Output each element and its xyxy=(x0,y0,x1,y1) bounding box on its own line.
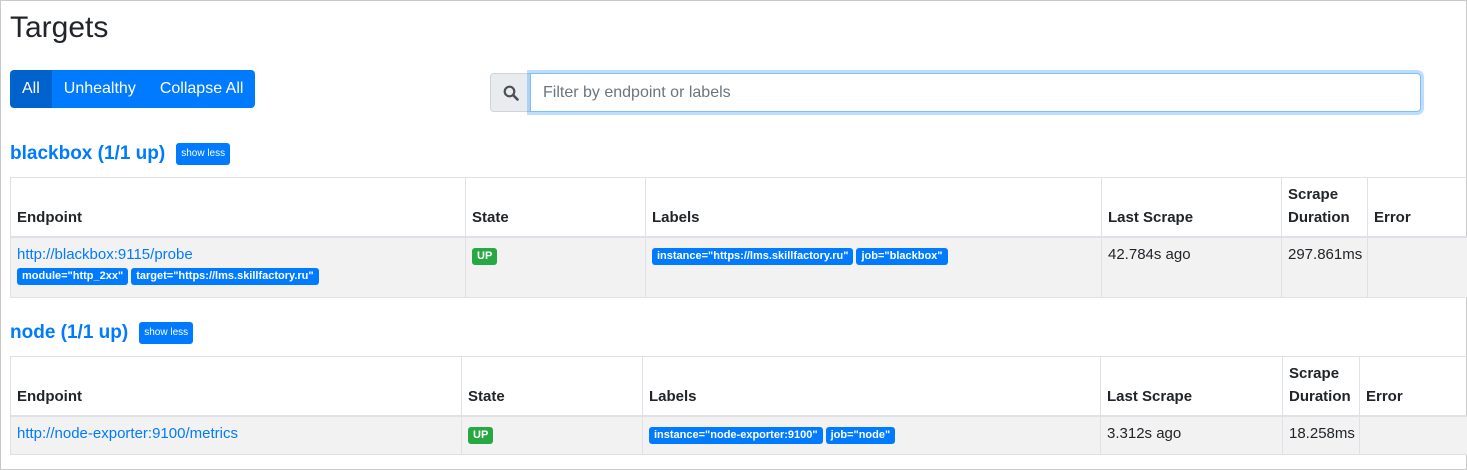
endpoint-link[interactable]: http://blackbox:9115/probe xyxy=(17,246,193,263)
all-filter-button[interactable]: All xyxy=(10,70,52,108)
job-header-blackbox: blackbox (1/1 up) show less xyxy=(10,143,231,165)
show-less-button[interactable]: show less xyxy=(176,143,231,165)
endpoint-link[interactable]: http://node-exporter:9100/metrics xyxy=(17,425,238,442)
show-less-button[interactable]: show less xyxy=(139,322,194,344)
column-header-last-scrape: Last Scrape xyxy=(1100,356,1283,417)
targets-table-node: Endpoint State Labels Last Scrape Scrape… xyxy=(10,356,1467,455)
state-badge: UP xyxy=(468,427,494,444)
error-cell xyxy=(1367,237,1467,298)
state-badge: UP xyxy=(472,248,498,265)
job-title-node[interactable]: node (1/1 up) xyxy=(10,322,128,344)
error-cell xyxy=(1359,416,1467,455)
column-header-scrape-duration: Scrape Duration xyxy=(1281,177,1368,238)
column-header-error: Error xyxy=(1359,356,1467,417)
column-header-state: State xyxy=(465,177,646,238)
last-scrape-cell: 3.312s ago xyxy=(1100,416,1283,455)
table-row: http://blackbox:9115/probe module="http_… xyxy=(10,237,1467,298)
unhealthy-filter-button[interactable]: Unhealthy xyxy=(51,70,148,108)
column-header-scrape-duration: Scrape Duration xyxy=(1282,356,1360,417)
search-bar xyxy=(490,73,1421,112)
endpoint-cell: http://blackbox:9115/probe module="http_… xyxy=(10,237,466,298)
column-header-last-scrape: Last Scrape xyxy=(1101,177,1282,238)
column-header-error: Error xyxy=(1367,177,1467,238)
label-badge: instance="node-exporter:9100" xyxy=(649,427,823,444)
column-header-endpoint: Endpoint xyxy=(10,177,466,238)
column-header-state: State xyxy=(461,356,643,417)
job-header-node: node (1/1 up) show less xyxy=(10,322,194,344)
state-cell: UP xyxy=(465,237,646,298)
column-header-endpoint: Endpoint xyxy=(10,356,462,417)
page-title: Targets xyxy=(10,11,109,44)
search-input[interactable] xyxy=(530,73,1421,112)
scrape-duration-cell: 18.258ms xyxy=(1282,416,1360,455)
search-icon xyxy=(490,73,530,112)
label-badge: job="node" xyxy=(825,427,896,444)
labels-cell: instance="https://lms.skillfactory.ru" jo… xyxy=(645,237,1102,298)
column-header-labels: Labels xyxy=(642,356,1101,417)
label-badge: job="blackbox" xyxy=(856,248,948,265)
endpoint-label-badge: target="https://lms.skillfactory.ru" xyxy=(131,268,319,285)
targets-table-blackbox: Endpoint State Labels Last Scrape Scrape… xyxy=(10,177,1467,298)
endpoint-cell: http://node-exporter:9100/metrics xyxy=(10,416,462,455)
filter-button-group: All Unhealthy Collapse All xyxy=(10,70,256,108)
last-scrape-cell: 42.784s ago xyxy=(1101,237,1282,298)
labels-cell: instance="node-exporter:9100" job="node" xyxy=(642,416,1101,455)
column-header-labels: Labels xyxy=(645,177,1102,238)
endpoint-labels: module="http_2xx" target="https://lms.ski… xyxy=(17,266,459,285)
state-cell: UP xyxy=(461,416,643,455)
table-row: http://node-exporter:9100/metrics UP ins… xyxy=(10,416,1467,455)
endpoint-label-badge: module="http_2xx" xyxy=(17,268,129,285)
label-badge: instance="https://lms.skillfactory.ru" xyxy=(652,248,854,265)
job-title-blackbox[interactable]: blackbox (1/1 up) xyxy=(10,143,165,165)
collapse-all-button[interactable]: Collapse All xyxy=(147,70,256,108)
scrape-duration-cell: 297.861ms xyxy=(1281,237,1368,298)
